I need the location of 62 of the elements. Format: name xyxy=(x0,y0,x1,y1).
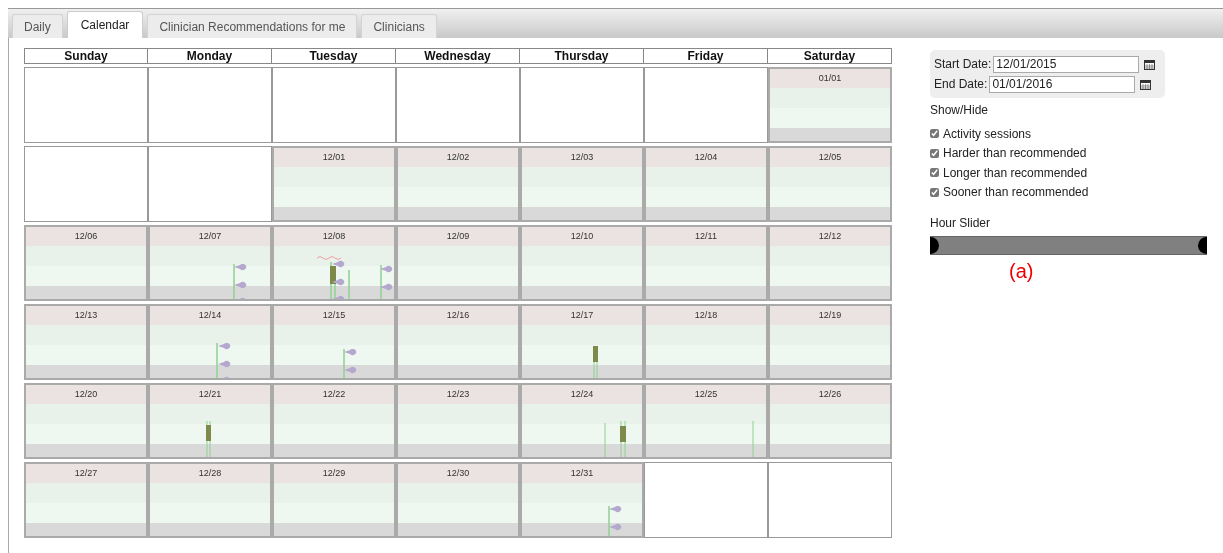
date-label: 12/14 xyxy=(198,310,222,320)
date-label: 12/03 xyxy=(570,152,594,162)
weekday-header: Tuesday xyxy=(271,48,396,64)
checkbox-label: Longer than recommended xyxy=(943,164,1088,182)
checkbox-label: Sooner than recommended xyxy=(943,184,1089,202)
date-label: 12/02 xyxy=(446,152,470,162)
date-label: 12/25 xyxy=(694,389,718,399)
slider-handle[interactable] xyxy=(930,237,939,254)
checkbox[interactable] xyxy=(930,148,939,158)
checkbox[interactable] xyxy=(930,187,939,197)
date-field[interactable]: 12/01/2015 xyxy=(993,55,1140,73)
date-label: 12/30 xyxy=(446,468,470,478)
field-label: Start Date: xyxy=(934,56,992,73)
date-label: 12/28 xyxy=(198,468,222,478)
date-label: 12/26 xyxy=(818,389,842,399)
date-label: 12/29 xyxy=(322,468,346,478)
date-label: 12/05 xyxy=(818,152,842,162)
date-label: 12/04 xyxy=(694,152,718,162)
checkbox[interactable] xyxy=(930,168,939,178)
date-label: 12/07 xyxy=(198,231,222,241)
date-label: 12/15 xyxy=(322,310,346,320)
date-label: 12/24 xyxy=(570,389,594,399)
date-label: 12/10 xyxy=(570,231,594,241)
checkbox-label: Harder than recommended xyxy=(943,145,1087,163)
date-label: 12/22 xyxy=(322,389,346,399)
slider-handle[interactable] xyxy=(1198,237,1207,254)
tab[interactable]: Calendar xyxy=(66,11,144,38)
date-label: 12/23 xyxy=(446,389,470,399)
date-label: 12/12 xyxy=(818,231,842,241)
calendar-icon[interactable] xyxy=(1140,78,1152,90)
date-label: 12/18 xyxy=(694,310,718,320)
date-label: 12/08 xyxy=(322,231,346,241)
date-label: 12/11 xyxy=(695,231,717,241)
weekday-header: Friday xyxy=(643,48,768,64)
weekday-header: Sunday xyxy=(24,48,148,64)
checkbox[interactable] xyxy=(930,129,939,139)
date-label: 12/21 xyxy=(198,389,222,399)
date-label: 12/17 xyxy=(570,310,594,320)
date-label: 12/19 xyxy=(818,310,842,320)
tab[interactable]: Clinician Recommendations for me xyxy=(147,14,358,38)
date-label: 12/27 xyxy=(74,468,98,478)
tab[interactable]: Clinicians xyxy=(361,14,437,38)
date-label: 01/01 xyxy=(818,73,842,83)
section-title: Show/Hide xyxy=(930,102,990,119)
weekday-header: Thursday xyxy=(519,48,644,64)
date-label: 12/09 xyxy=(446,231,470,241)
calendar-icon[interactable] xyxy=(1144,58,1156,70)
date-label: 12/13 xyxy=(74,310,98,320)
date-label: 12/16 xyxy=(446,310,470,320)
date-field[interactable]: 01/01/2016 xyxy=(989,75,1136,93)
date-label: 12/06 xyxy=(74,231,98,241)
date-label: 12/20 xyxy=(74,389,98,399)
tab[interactable]: Daily xyxy=(12,14,63,38)
annotation-label: (a) xyxy=(1009,259,1035,284)
slider-label: Hour Slider xyxy=(930,215,992,232)
weekday-header: Wednesday xyxy=(395,48,520,64)
weekday-header: Monday xyxy=(147,48,272,64)
weekday-header: Saturday xyxy=(767,48,892,64)
checkbox-label: Activity sessions xyxy=(943,125,1032,143)
date-label: 12/31 xyxy=(570,468,594,478)
field-label: End Date: xyxy=(934,76,988,93)
date-label: 12/01 xyxy=(322,152,346,162)
